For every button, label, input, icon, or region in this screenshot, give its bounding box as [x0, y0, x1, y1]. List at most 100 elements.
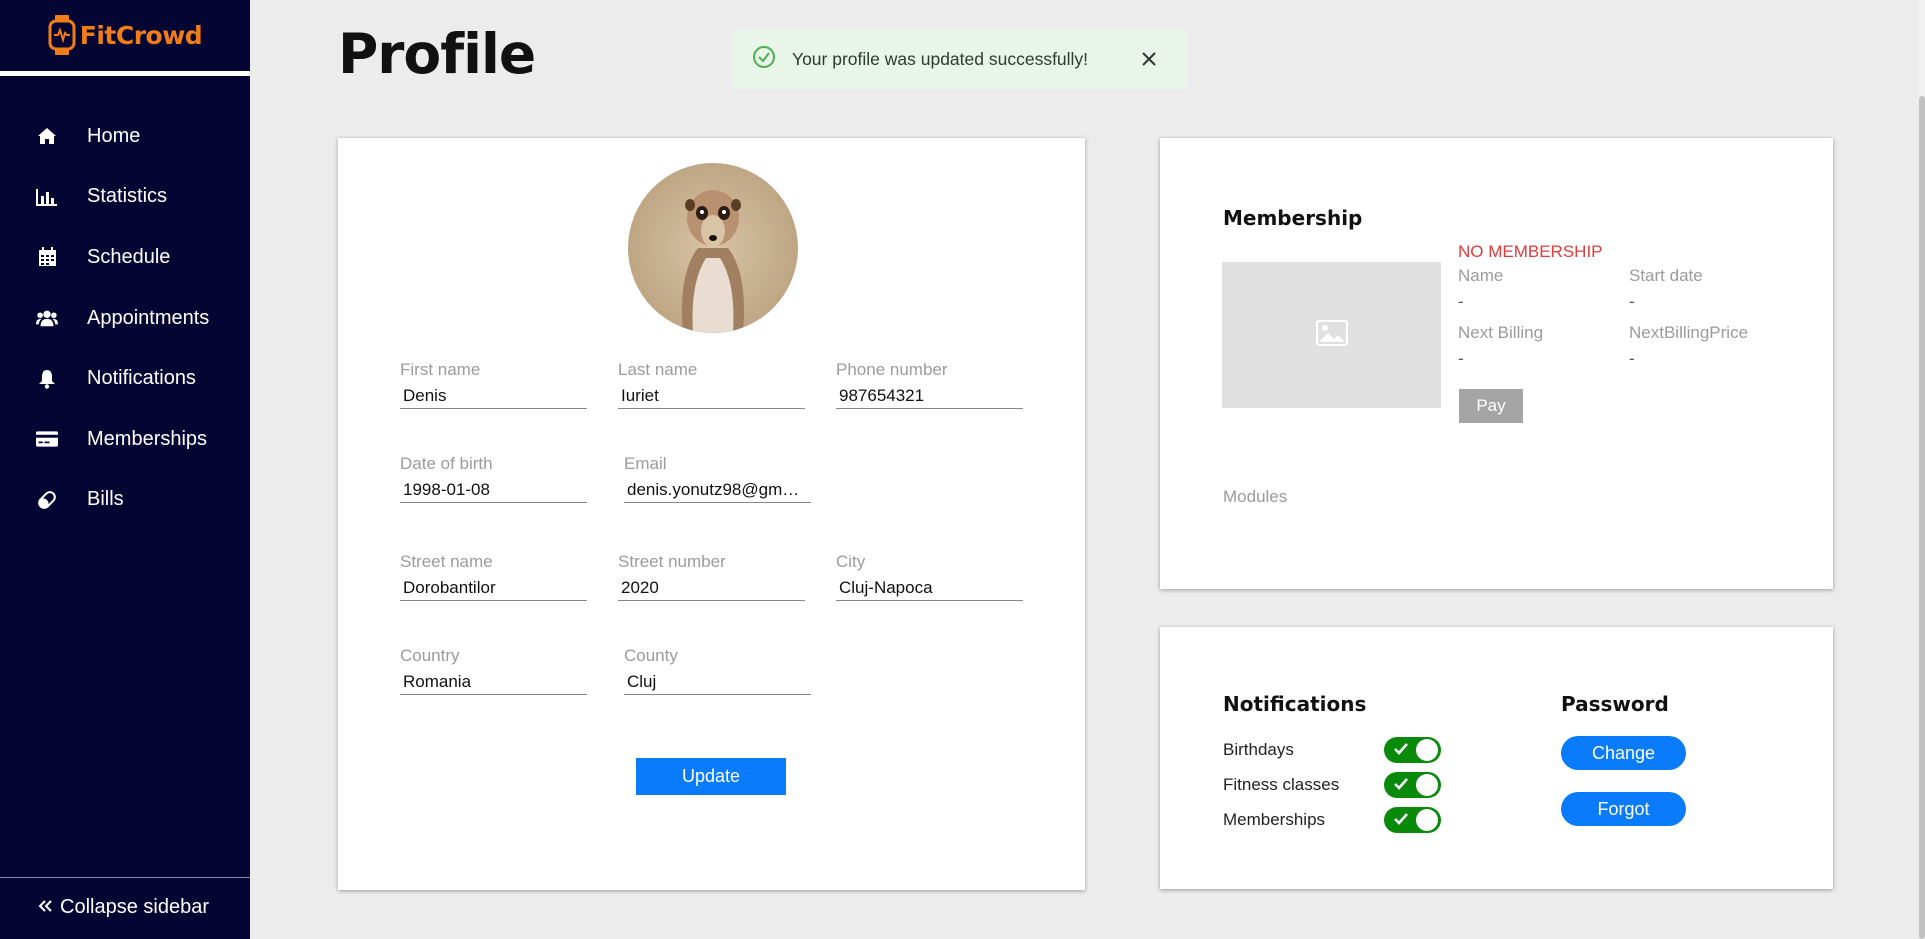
- country-field: Country Romania: [400, 646, 587, 695]
- last-name-label: Last name: [618, 360, 698, 379]
- sidebar-item-home[interactable]: Home: [0, 106, 250, 167]
- date-of-birth-input[interactable]: 1998-01-08: [400, 476, 587, 503]
- collapse-sidebar-label: Collapse sidebar: [60, 896, 209, 918]
- profile-card: First name Denis Last name Iuriet Phone …: [338, 138, 1085, 890]
- update-button[interactable]: Update: [636, 758, 786, 795]
- date-of-birth-field: Date of birth 1998-01-08: [400, 454, 587, 503]
- membership-name-field: Name -: [1458, 266, 1503, 312]
- membership-start-date-field: Start date -: [1629, 266, 1703, 312]
- email-input[interactable]: denis.yonutz98@gmail.com: [624, 476, 811, 503]
- success-toast: Your profile was updated successfully!: [731, 30, 1188, 89]
- toggle-knob: [1416, 809, 1438, 831]
- close-icon[interactable]: [1137, 47, 1161, 71]
- city-label: City: [836, 552, 866, 571]
- sidebar-item-appointments[interactable]: Appointments: [0, 288, 250, 349]
- calendar-icon: [36, 246, 58, 268]
- sidebar-item-label: Bills: [87, 488, 124, 511]
- avatar[interactable]: [628, 163, 798, 333]
- phone-label: Phone number: [836, 360, 948, 379]
- checkmark-icon: [1393, 812, 1409, 831]
- bell-icon: [36, 368, 58, 390]
- toast-message: Your profile was updated successfully!: [792, 49, 1089, 69]
- next-billing-price-value: -: [1629, 349, 1635, 368]
- logo-divider: [0, 71, 250, 76]
- county-input[interactable]: Cluj: [624, 668, 811, 695]
- next-billing-price-field: NextBillingPrice -: [1629, 323, 1748, 369]
- country-label: Country: [400, 646, 460, 665]
- next-billing-label: Next Billing: [1458, 323, 1544, 342]
- settings-card: Notifications Birthdays Fitness classes …: [1160, 627, 1833, 889]
- county-field: County Cluj: [624, 646, 811, 695]
- last-name-input[interactable]: Iuriet: [618, 382, 805, 409]
- collapse-sidebar-button[interactable]: Collapse sidebar: [38, 896, 209, 919]
- sidebar-item-label: Statistics: [87, 185, 168, 208]
- sidebar-item-label: Schedule: [87, 245, 171, 268]
- password-title: Password: [1561, 692, 1669, 716]
- sidebar-divider: [0, 877, 250, 878]
- email-field: Email denis.yonutz98@gmail.com: [624, 454, 811, 503]
- sidebar-nav: Home Statistics Schedule Appointments No…: [0, 106, 250, 530]
- app-logo[interactable]: FitCrowd: [0, 0, 250, 70]
- scrollbar-thumb[interactable]: [1919, 96, 1925, 939]
- last-name-field: Last name Iuriet: [618, 360, 805, 409]
- start-date-value: -: [1629, 292, 1635, 311]
- modules-label: Modules: [1223, 487, 1288, 506]
- sidebar-item-bills[interactable]: Bills: [0, 470, 250, 531]
- notification-row-memberships: Memberships: [1223, 810, 1325, 830]
- membership-status: NO MEMBERSHIP: [1458, 242, 1603, 261]
- page-title: Profile: [338, 22, 536, 86]
- sidebar-item-notifications[interactable]: Notifications: [0, 348, 250, 409]
- notification-row-birthdays: Birthdays: [1223, 740, 1294, 760]
- checkmark-icon: [1393, 742, 1409, 761]
- street-number-input[interactable]: 2020: [618, 574, 805, 601]
- bar-chart-icon: [36, 186, 58, 208]
- fitness-classes-toggle[interactable]: [1384, 772, 1441, 798]
- birthdays-toggle[interactable]: [1384, 737, 1441, 763]
- sidebar-item-statistics[interactable]: Statistics: [0, 167, 250, 228]
- sidebar-item-label: Notifications: [87, 367, 196, 390]
- users-icon: [36, 307, 58, 329]
- membership-card: Membership NO MEMBERSHIP Name - Start da…: [1160, 138, 1833, 589]
- street-name-field: Street name Dorobantilor: [400, 552, 587, 601]
- phone-input[interactable]: 987654321: [836, 382, 1023, 409]
- sidebar-item-schedule[interactable]: Schedule: [0, 227, 250, 288]
- phone-field: Phone number 987654321: [836, 360, 1023, 409]
- page-scrollbar[interactable]: [1919, 0, 1925, 939]
- memberships-toggle[interactable]: [1384, 807, 1441, 833]
- first-name-label: First name: [400, 360, 481, 379]
- sidebar-item-label: Memberships: [87, 427, 208, 450]
- credit-card-icon: [36, 428, 58, 450]
- smartwatch-icon: [48, 15, 76, 55]
- double-chevron-left-icon: [38, 896, 52, 919]
- sidebar-item-label: Home: [87, 124, 141, 147]
- pay-button[interactable]: Pay: [1459, 389, 1523, 423]
- toggle-knob: [1416, 774, 1438, 796]
- start-date-label: Start date: [1629, 266, 1703, 285]
- sidebar-item-memberships[interactable]: Memberships: [0, 409, 250, 470]
- checkmark-icon: [1393, 777, 1409, 796]
- street-number-label: Street number: [618, 552, 726, 571]
- next-billing-price-label: NextBillingPrice: [1629, 323, 1749, 342]
- street-name-input[interactable]: Dorobantilor: [400, 574, 587, 601]
- notification-row-fitness-classes: Fitness classes: [1223, 775, 1339, 795]
- app-name: FitCrowd: [79, 20, 203, 50]
- change-password-button[interactable]: Change: [1561, 736, 1686, 770]
- first-name-field: First name Denis: [400, 360, 587, 409]
- country-input[interactable]: Romania: [400, 668, 587, 695]
- first-name-input[interactable]: Denis: [400, 382, 587, 409]
- street-name-label: Street name: [400, 552, 493, 571]
- forgot-password-button[interactable]: Forgot: [1561, 792, 1686, 826]
- street-number-field: Street number 2020: [618, 552, 805, 601]
- notifications-title: Notifications: [1223, 692, 1367, 716]
- membership-image-placeholder: [1222, 262, 1441, 408]
- city-input[interactable]: Cluj-Napoca: [836, 574, 1023, 601]
- membership-name-label: Name: [1458, 266, 1504, 285]
- email-label: Email: [624, 454, 667, 473]
- check-circle-icon: [752, 45, 776, 74]
- image-icon: [1315, 319, 1348, 351]
- membership-name-value: -: [1458, 292, 1464, 311]
- county-label: County: [624, 646, 678, 665]
- membership-title: Membership: [1223, 206, 1363, 230]
- pill-icon: [36, 489, 58, 511]
- next-billing-value: -: [1458, 349, 1464, 368]
